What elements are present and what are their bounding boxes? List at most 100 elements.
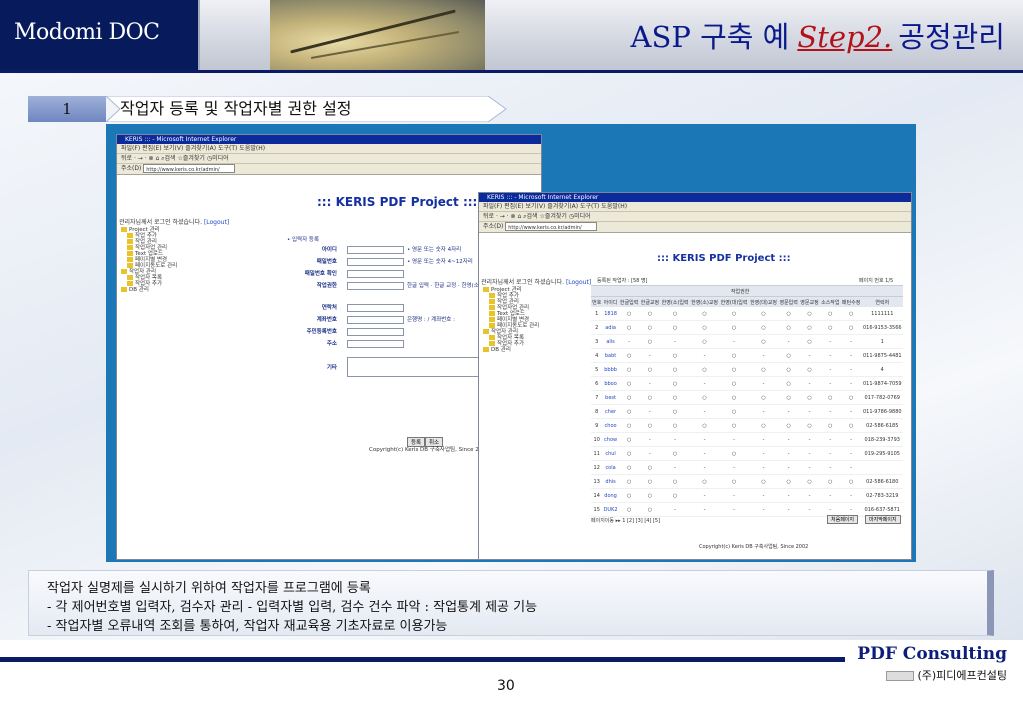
worker-id-link[interactable]: chow bbox=[602, 432, 619, 447]
form-row: 기타 bbox=[287, 357, 482, 377]
worker-id-link[interactable]: cher bbox=[602, 404, 619, 419]
form-hint: 은행명 : / 계좌번호 : bbox=[407, 317, 455, 323]
folder-icon bbox=[127, 251, 133, 256]
table-header-cell: 영문입력 bbox=[778, 296, 800, 307]
table-cell: 1 bbox=[591, 307, 603, 321]
form-input[interactable] bbox=[347, 245, 404, 254]
table-cell: - bbox=[689, 376, 720, 391]
table-cell: ○ bbox=[639, 418, 661, 433]
title-prefix: ASP 구축 예 bbox=[630, 20, 790, 54]
worker-id-link[interactable]: chul bbox=[602, 446, 619, 461]
address-input-2[interactable]: http://www.keris.co.kr/admin/ bbox=[505, 222, 598, 231]
table-cell: - bbox=[689, 488, 720, 503]
form-title-text: • 입력자 등록 bbox=[287, 237, 320, 243]
table-cell: ○ bbox=[639, 320, 661, 335]
table-cell: - bbox=[840, 376, 862, 391]
table-cell: - bbox=[840, 362, 862, 377]
table-cell: - bbox=[799, 404, 820, 419]
worker-id-link[interactable]: dong bbox=[602, 488, 619, 503]
nav-tree-item[interactable]: DB 관리 bbox=[121, 287, 177, 293]
table-cell: ○ bbox=[778, 390, 800, 405]
folder-icon bbox=[483, 329, 489, 334]
form-label: 계좌번호 bbox=[316, 317, 337, 323]
page-indicator: 페이지 번호 1/5 bbox=[859, 278, 894, 284]
nav-tree-2: Project 관리 작업 추가 작업 관리 작업자업 관리 Text 업로드 페이지별 … bbox=[483, 287, 539, 353]
table-cell: ○ bbox=[719, 362, 749, 377]
logout-link-2[interactable]: [Logout] bbox=[566, 279, 591, 286]
table-cell: ○ bbox=[840, 418, 862, 433]
table-cell: - bbox=[689, 432, 720, 447]
first-page-button[interactable]: 처음페이지 bbox=[827, 515, 859, 524]
table-cell: ○ bbox=[778, 418, 800, 433]
table-cell: 1111111 bbox=[861, 307, 903, 321]
table-cell: ○ bbox=[799, 320, 820, 335]
nav-tree-item[interactable]: DB 관리 bbox=[483, 347, 539, 353]
worker-id-link[interactable]: babt bbox=[602, 348, 619, 363]
table-cell: - bbox=[639, 348, 661, 363]
table-cell: - bbox=[689, 460, 720, 475]
worker-id-link[interactable]: 1818 bbox=[602, 307, 619, 321]
table-cell: ○ bbox=[639, 474, 661, 489]
worker-id-link[interactable]: bboo bbox=[602, 376, 619, 391]
form-label: 패밀번호 bbox=[316, 259, 337, 265]
address-bar[interactable]: 주소(D) http://www.keris.co.kr/admin/ bbox=[117, 164, 541, 175]
folder-icon bbox=[489, 323, 495, 328]
menu-bar[interactable]: 파일(F) 편집(E) 보기(V) 즐겨찾기(A) 도구(T) 도움말(H) bbox=[117, 144, 541, 154]
table-cell: ○ bbox=[618, 320, 640, 335]
form-input[interactable] bbox=[347, 327, 404, 336]
form-input[interactable] bbox=[347, 257, 404, 266]
toolbar[interactable]: 뒤로 · → · ⊗ ⌂ ⌕검색 ☆즐겨찾기 ◷미디어 bbox=[117, 154, 541, 164]
folder-icon bbox=[121, 287, 127, 292]
table-cell: ○ bbox=[660, 418, 690, 433]
logout-link[interactable]: [Logout] bbox=[204, 219, 229, 226]
table-cell: ○ bbox=[799, 307, 820, 321]
table-cell: - bbox=[689, 404, 720, 419]
table-cell: ○ bbox=[618, 460, 640, 475]
worker-id-link[interactable]: best bbox=[602, 390, 619, 405]
table-cell: 02-783-3219 bbox=[861, 488, 903, 503]
form-row: 계좌번호 은행명 : / 계좌번호 : bbox=[287, 315, 455, 324]
form-input[interactable] bbox=[347, 281, 404, 290]
form-input[interactable] bbox=[347, 339, 404, 348]
worker-id-link[interactable]: dhis bbox=[602, 474, 619, 489]
table-cell: - bbox=[799, 432, 820, 447]
table-row: 7 best ○ ○ ○ ○ ○ ○ ○ ○ ○ ○ 017-782-0769 bbox=[591, 390, 903, 405]
section-number: 1 bbox=[28, 96, 106, 122]
toolbar-2[interactable]: 뒤로 · → · ⊗ ⌂ ⌕검색 ☆즐겨찾기 ◷미디어 bbox=[479, 212, 911, 222]
address-input[interactable]: http://www.keris.co.kr/admin/ bbox=[143, 164, 236, 173]
table-header-cell: 한글교정 bbox=[639, 296, 661, 307]
form-input[interactable] bbox=[347, 269, 404, 278]
worker-id-link[interactable]: adia bbox=[602, 320, 619, 335]
pager[interactable]: 페이지이동 ▸▸ 1 [2] [3] [4] [5] bbox=[591, 517, 660, 524]
table-cell: - bbox=[819, 362, 841, 377]
worker-id-link[interactable]: DUK2 bbox=[602, 502, 619, 517]
form-row: 패밀번호 • 영문 또는 숫자 4~12자리 bbox=[287, 257, 473, 266]
form-input[interactable] bbox=[347, 315, 404, 324]
slide-header: Modomi DOC ASP 구축 예 Step2. 공정관리 bbox=[0, 0, 1023, 70]
worker-id-link[interactable]: bbbb bbox=[602, 362, 619, 377]
last-page-button[interactable]: 마지막페이지 bbox=[865, 515, 901, 524]
form-label: 작업권한 bbox=[316, 283, 337, 289]
address-label-2: 주소(D) bbox=[483, 223, 504, 230]
table-cell: - bbox=[719, 502, 749, 517]
table-cell: - bbox=[618, 334, 640, 349]
table-cell: ○ bbox=[748, 334, 779, 349]
browser-window-list: KERIS ::: - Microsoft Internet Explorer … bbox=[478, 192, 912, 560]
address-bar-2[interactable]: 주소(D) http://www.keris.co.kr/admin/ bbox=[479, 222, 911, 233]
worker-id-link[interactable]: choo bbox=[602, 418, 619, 433]
table-row: 5 bbbb ○ ○ ○ ○ ○ ○ ○ ○ - -4 bbox=[591, 362, 903, 377]
table-cell: ○ bbox=[819, 474, 841, 489]
form-row: 연락처 bbox=[287, 303, 407, 312]
form-input[interactable] bbox=[347, 303, 404, 312]
table-cell: - bbox=[819, 376, 841, 391]
table-cell: ○ bbox=[618, 474, 640, 489]
menu-bar-2[interactable]: 파일(F) 편집(E) 보기(V) 즐겨찾기(A) 도구(T) 도움말(H) bbox=[479, 202, 911, 212]
table-cell: - bbox=[778, 460, 800, 475]
worker-id-link[interactable]: alis bbox=[602, 334, 619, 349]
form-input[interactable] bbox=[347, 357, 479, 377]
table-cell: ○ bbox=[719, 446, 749, 461]
form-label: 패밀번호 확인 bbox=[304, 271, 337, 277]
worker-id-link[interactable]: cola bbox=[602, 460, 619, 475]
table-cell: - bbox=[778, 432, 800, 447]
table-cell: - bbox=[748, 460, 779, 475]
